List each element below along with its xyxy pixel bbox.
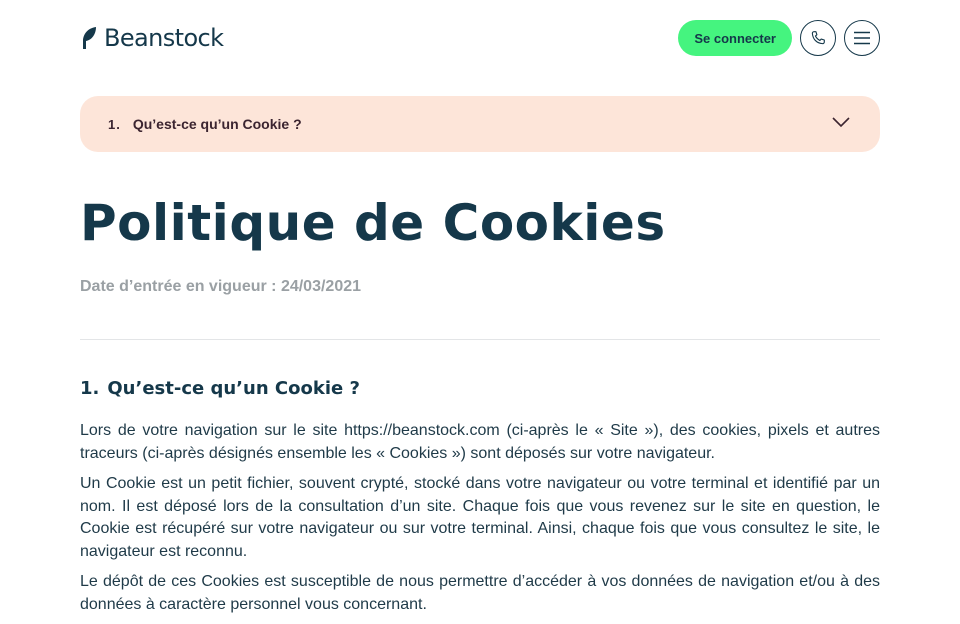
divider: [80, 339, 880, 340]
effective-date: Date d’entrée en vigueur : 24/03/2021: [80, 278, 362, 295]
paragraph: Le dépôt de ces Cookies est susceptible …: [80, 573, 880, 613]
menu-button[interactable]: [844, 20, 880, 56]
section-content: Lors de votre navigation sur le site htt…: [80, 420, 880, 624]
section-title: Qu’est-ce qu’un Cookie ?: [107, 378, 360, 399]
phone-button[interactable]: [800, 20, 836, 56]
beanstock-logo[interactable]: Beanstock: [80, 24, 224, 52]
hamburger-menu-icon: [854, 31, 870, 45]
section-number: 1.: [80, 378, 100, 399]
site-header: Beanstock Se connecter: [0, 0, 960, 78]
paragraph: Lors de votre navigation sur le site htt…: [80, 422, 880, 462]
accordion-label: Qu’est-ce qu’un Cookie ?: [132, 116, 302, 132]
accordion-number: 1.: [108, 116, 121, 132]
header-actions: Se connecter: [678, 20, 880, 56]
chevron-down-icon: [832, 117, 850, 128]
connect-button[interactable]: Se connecter: [678, 20, 792, 56]
page-title: Politique de Cookies: [80, 194, 666, 252]
phone-icon: [811, 31, 825, 45]
logo-text: Beanstock: [104, 24, 224, 52]
toc-accordion[interactable]: 1. Qu’est-ce qu’un Cookie ?: [80, 96, 880, 152]
leaf-logo-icon: [83, 27, 96, 49]
paragraph: Un Cookie est un petit fichier, souvent …: [80, 475, 880, 560]
section-heading: 1. Qu’est-ce qu’un Cookie ?: [80, 378, 360, 399]
